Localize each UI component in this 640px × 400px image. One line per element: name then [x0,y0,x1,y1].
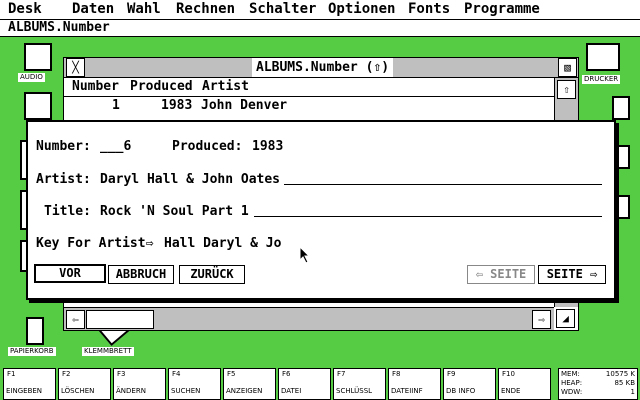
column-produced[interactable]: Produced [130,78,193,96]
app-title: ALBUMS.Number [8,20,110,35]
fkey-label: DB INFO [446,387,476,395]
artist-field[interactable]: Daryl Hall & John Oates [100,172,280,188]
produced-label: Produced: [172,139,243,154]
seite-back-button[interactable]: ⇦ SEITE [467,265,535,284]
mem-label: MEM: [561,370,580,378]
artist-field-underline [284,184,602,185]
cell-artist: John Denver [201,98,288,113]
menu-bar: Desk Daten Wahl Rechnen Schalter Optione… [0,0,640,20]
audio-label: AUDIO [18,73,45,82]
cell-produced: 1983 [161,98,193,113]
printer-icon[interactable]: DRUCKER [580,43,630,87]
window-title-bar[interactable]: ╳ ALBUMS.Number (⇧) ▧ [64,58,578,78]
window-title: ALBUMS.Number (⇧) [252,58,394,77]
scroll-up-icon[interactable]: ⇧ [557,80,576,99]
fkey-f5[interactable]: F5 ANZEIGEN [223,368,276,400]
number-label: Number: [36,139,91,154]
drucker-label: DRUCKER [582,75,621,84]
fkey-f1[interactable]: F1 EINGEBEN [3,368,56,400]
title-field-underline [254,216,602,217]
artist-label: Artist: [36,172,91,187]
fkey-f7[interactable]: F7 SCHLÜSSL [333,368,386,400]
mem-value: 10575 K [605,370,635,378]
zurueck-button[interactable]: ZURÜCK [179,265,245,284]
fkey-label: SUCHEN [171,387,201,395]
menu-daten[interactable]: Daten [72,1,114,18]
scroll-left-icon[interactable]: ⇦ [66,310,85,329]
abbruch-button[interactable]: ABBRUCH [108,265,174,284]
close-icon[interactable]: ╳ [66,58,85,77]
seite-forward-button[interactable]: SEITE ⇨ [538,265,606,284]
table-row[interactable]: 1 1983 John Denver [64,97,554,115]
fkey-label: EINGEBEN [6,387,43,395]
menu-fonts[interactable]: Fonts [408,1,450,18]
fkey-label: ANZEIGEN [226,387,263,395]
mouse-pointer-icon [299,246,311,264]
fkey-number: F10 [502,370,515,378]
column-artist[interactable]: Artist [202,78,249,96]
app-title-bar: ALBUMS.Number [0,20,640,37]
fkey-f6[interactable]: F6 DATEI [278,368,331,400]
heap-label: HEAP: [561,379,583,387]
menu-desk[interactable]: Desk [8,1,42,18]
fkey-f9[interactable]: F9 DB INFO [443,368,496,400]
fkey-label: ÄNDERN [116,387,146,395]
fkey-number: F8 [392,370,401,378]
fkey-f4[interactable]: F4 SUCHEN [168,368,221,400]
title-label: Title: [44,204,91,219]
horizontal-scroll-thumb[interactable] [86,310,154,329]
key-label: Key For Artist⇨ [36,236,154,251]
fullscreen-icon[interactable]: ▧ [558,58,577,77]
heap-value: 85 KB [614,379,635,387]
fkey-number: F6 [282,370,291,378]
papierkorb-label: PAPIERKORB [8,347,56,356]
wdw-label: WDW: [561,388,583,396]
record-dialog: Number: ___6 Produced: 1983 Artist: Dary… [26,120,616,300]
trash-icon[interactable]: PAPIERKORB [8,315,70,357]
fkey-label: DATEI [281,387,302,395]
cell-number: 1 [112,98,120,113]
fkey-number: F7 [337,370,346,378]
fkey-number: F1 [7,370,16,378]
audio-drive-icon[interactable]: AUDIO [18,43,58,83]
fkey-label: SCHLÜSSL [336,387,373,395]
column-number[interactable]: Number [72,78,119,96]
klemmbrett-label: KLEMMBRETT [82,347,134,356]
function-key-bar: F1 EINGEBEN F2 LÖSCHEN F3 ÄNDERN F4 SUCHEN F… [0,366,640,400]
horizontal-scrollbar[interactable]: ⇦ ⇨ [64,307,554,330]
scroll-right-icon[interactable]: ⇨ [532,310,551,329]
fkey-number: F5 [227,370,236,378]
column-header: Number Produced Artist [64,78,554,97]
drive-icon[interactable] [18,92,58,122]
memory-status: MEM: 10575 K HEAP: 85 KB WDW: 1 [558,368,638,400]
fkey-number: F4 [172,370,181,378]
menu-wahl[interactable]: Wahl [127,1,161,18]
fkey-label: ENDE [501,387,521,395]
fkey-f10[interactable]: F10 ENDE [498,368,551,400]
resize-icon[interactable]: ◢ [556,309,575,328]
fkey-number: F3 [117,370,126,378]
menu-programme[interactable]: Programme [464,1,540,18]
fkey-number: F9 [447,370,456,378]
fkey-f2[interactable]: F2 LÖSCHEN [58,368,111,400]
number-field[interactable]: ___6 [100,139,131,155]
wdw-value: 1 [630,388,635,396]
vor-button[interactable]: VOR [34,264,106,283]
menu-optionen[interactable]: Optionen [328,1,395,18]
key-value: Hall Daryl & Jo [164,236,282,251]
fkey-label: LÖSCHEN [61,387,95,395]
fkey-f8[interactable]: F8 DATEIINF [388,368,441,400]
fkey-label: DATEIINF [391,387,423,395]
title-field[interactable]: Rock 'N Soul Part 1 [100,204,249,220]
fkey-f3[interactable]: F3 ÄNDERN [113,368,166,400]
fkey-number: F2 [62,370,71,378]
menu-schalter[interactable]: Schalter [249,1,316,18]
menu-rechnen[interactable]: Rechnen [176,1,235,18]
produced-field[interactable]: 1983 [252,139,283,155]
